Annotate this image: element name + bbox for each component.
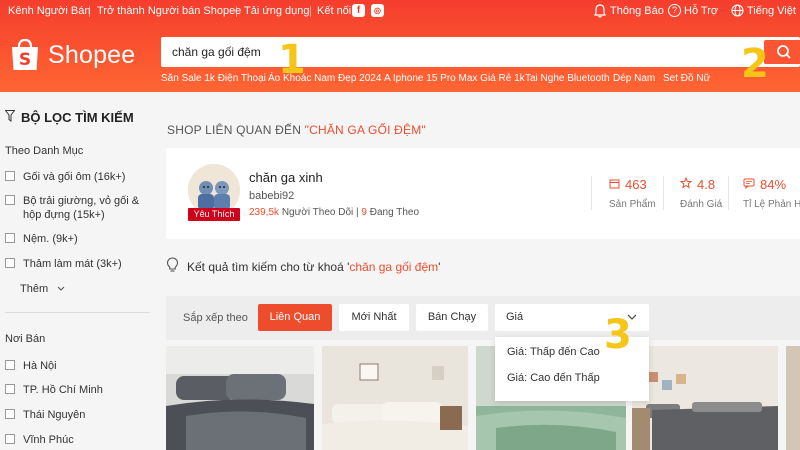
- product-image: [786, 346, 800, 450]
- connect-label: Kết nối: [317, 5, 352, 17]
- support-link[interactable]: Hỗ Trợ: [684, 5, 718, 17]
- sort-label: Sắp xếp theo: [183, 312, 248, 324]
- location-checkbox-item[interactable]: TP. Hồ Chí Minh: [5, 383, 103, 397]
- location-section-title: Nơi Bán: [5, 333, 46, 345]
- category-checkbox-item[interactable]: Bộ trải giường, vỏ gối & hộp đựng (15k+): [5, 194, 139, 222]
- preferred-shop-badge: Yêu Thích: [188, 208, 240, 221]
- search-input[interactable]: chăn ga gối đệm: [172, 45, 261, 59]
- location-label: TP. Hồ Chí Minh: [23, 384, 103, 396]
- category-section-title: Theo Danh Mục: [5, 145, 84, 157]
- language-selector[interactable]: Tiếng Việt: [747, 5, 796, 17]
- checkbox[interactable]: [5, 384, 15, 394]
- facebook-icon[interactable]: f: [352, 4, 365, 17]
- seller-center-link[interactable]: Kênh Người Bán: [8, 5, 90, 17]
- show-more-label: Thêm: [20, 283, 49, 295]
- bell-icon[interactable]: [594, 4, 606, 18]
- location-label: Vĩnh Phúc: [23, 434, 74, 446]
- divider: [728, 176, 729, 210]
- divider: [663, 176, 664, 210]
- header: Kênh Người Bán Trở thành Người bán Shope…: [0, 0, 800, 92]
- divider: [89, 6, 90, 17]
- search-icon: [777, 45, 791, 59]
- category-label: Gối và gối ôm (16k+): [23, 171, 126, 183]
- chat-icon: [743, 177, 755, 192]
- location-label: Thái Nguyên: [23, 409, 86, 421]
- shop-stat-rating: 4.8 Đánh Giá: [679, 176, 723, 210]
- shop-follow-stats: 239,5k Người Theo Dõi | 9 Đang Theo: [249, 207, 420, 218]
- search-suggestion[interactable]: Set Đồ Nữ: [663, 73, 710, 84]
- divider: [591, 176, 592, 210]
- filter-title: BỘ LỌC TÌM KIẾM: [21, 110, 134, 125]
- category-checkbox-item[interactable]: Nệm. (9k+): [5, 232, 78, 246]
- shop-name[interactable]: chăn ga xinh: [249, 170, 323, 185]
- shop-stat-products: 463 Sản Phẩm: [609, 177, 656, 210]
- category-label: Nệm. (9k+): [23, 233, 78, 245]
- price-low-to-high-option[interactable]: Giá: Thấp đến Cao: [507, 346, 600, 358]
- download-app-link[interactable]: Tải ứng dụng: [244, 5, 309, 17]
- checkbox[interactable]: [5, 171, 15, 181]
- price-sort-label: Giá: [506, 311, 524, 323]
- location-checkbox-item[interactable]: Vĩnh Phúc: [5, 433, 74, 447]
- search-suggestion[interactable]: Dép Nam: [613, 73, 655, 84]
- divider: [310, 6, 311, 17]
- sort-bestselling-button[interactable]: Bán Chạy: [416, 304, 488, 331]
- product-image: [322, 346, 468, 450]
- related-shops-title: SHOP LIÊN QUAN ĐẾN "CHĂN GA GỐI ĐỆM": [167, 123, 426, 137]
- annotation-number-3: 3: [604, 312, 632, 358]
- filter-heading: BỘ LỌC TÌM KIẾM: [4, 110, 134, 125]
- lightbulb-icon: [166, 257, 179, 276]
- instagram-icon[interactable]: ◎: [371, 4, 384, 17]
- sort-newest-button[interactable]: Mới Nhất: [339, 304, 409, 331]
- become-seller-link[interactable]: Trở thành Người bán Shopee: [97, 5, 241, 17]
- checkbox[interactable]: [5, 434, 15, 444]
- search-suggestion[interactable]: A Iphone 15 Pro Max Giá Rẻ 1k: [384, 73, 525, 84]
- divider: [236, 6, 237, 17]
- shopping-bag-icon: S: [10, 38, 40, 72]
- filter-funnel-icon: [4, 110, 16, 125]
- star-icon: [679, 176, 693, 192]
- shop-stat-response: 84% Tỉ Lệ Phản Hồ: [743, 177, 800, 210]
- section-divider: [5, 312, 150, 313]
- help-icon[interactable]: ?: [668, 4, 681, 17]
- location-checkbox-item[interactable]: Hà Nội: [5, 359, 57, 373]
- svg-text:S: S: [19, 50, 31, 70]
- checkbox[interactable]: [5, 233, 15, 243]
- product-card[interactable]: [632, 346, 778, 450]
- sort-bar: Sắp xếp theo Liên Quan Mới Nhất Bán Chạy…: [166, 296, 800, 340]
- product-image: [166, 346, 314, 450]
- top-navbar: Kênh Người Bán Trở thành Người bán Shope…: [0, 0, 800, 24]
- product-card[interactable]: [322, 346, 468, 450]
- search-result-info: Kết quả tìm kiếm cho từ khoá 'chăn ga gố…: [166, 257, 440, 276]
- location-checkbox-item[interactable]: Thái Nguyên: [5, 408, 85, 422]
- location-label: Hà Nội: [23, 360, 57, 372]
- sort-relevance-button[interactable]: Liên Quan: [258, 304, 332, 331]
- category-checkbox-item[interactable]: Thảm làm mát (3k+): [5, 257, 122, 271]
- checkbox[interactable]: [5, 195, 15, 205]
- product-card[interactable]: [166, 346, 314, 450]
- show-more-button[interactable]: Thêm: [20, 283, 65, 295]
- checkbox[interactable]: [5, 409, 15, 419]
- price-high-to-low-option[interactable]: Giá: Cao đến Thấp: [507, 372, 600, 384]
- globe-icon[interactable]: [731, 4, 744, 17]
- product-card[interactable]: [786, 346, 800, 450]
- shop-card[interactable]: Yêu Thích chăn ga xinh babebi92 239,5k N…: [166, 148, 800, 239]
- shop-username: babebi92: [249, 190, 295, 202]
- search-button[interactable]: [764, 40, 800, 64]
- search-suggestion[interactable]: Săn Sale 1k Điện Thoại: [161, 73, 266, 84]
- product-image: [632, 346, 778, 450]
- logo-text: Shopee: [48, 40, 136, 69]
- chevron-down-icon: [57, 283, 65, 295]
- search-suggestion[interactable]: Tai Nghe Bluetooth: [525, 73, 610, 84]
- category-label: Thảm làm mát (3k+): [23, 258, 122, 270]
- category-checkbox-item[interactable]: Gối và gối ôm (16k+): [5, 170, 125, 184]
- notifications-link[interactable]: Thông Báo: [610, 5, 664, 17]
- shopee-logo[interactable]: S Shopee: [10, 37, 135, 73]
- checkbox[interactable]: [5, 258, 15, 268]
- search-bar[interactable]: chăn ga gối đệm: [161, 37, 800, 67]
- annotation-number-1: 1: [278, 37, 306, 83]
- annotation-number-2: 2: [741, 41, 769, 87]
- checkbox[interactable]: [5, 360, 15, 370]
- category-label: Bộ trải giường, vỏ gối & hộp đựng (15k+): [23, 195, 140, 221]
- box-icon: [609, 177, 620, 192]
